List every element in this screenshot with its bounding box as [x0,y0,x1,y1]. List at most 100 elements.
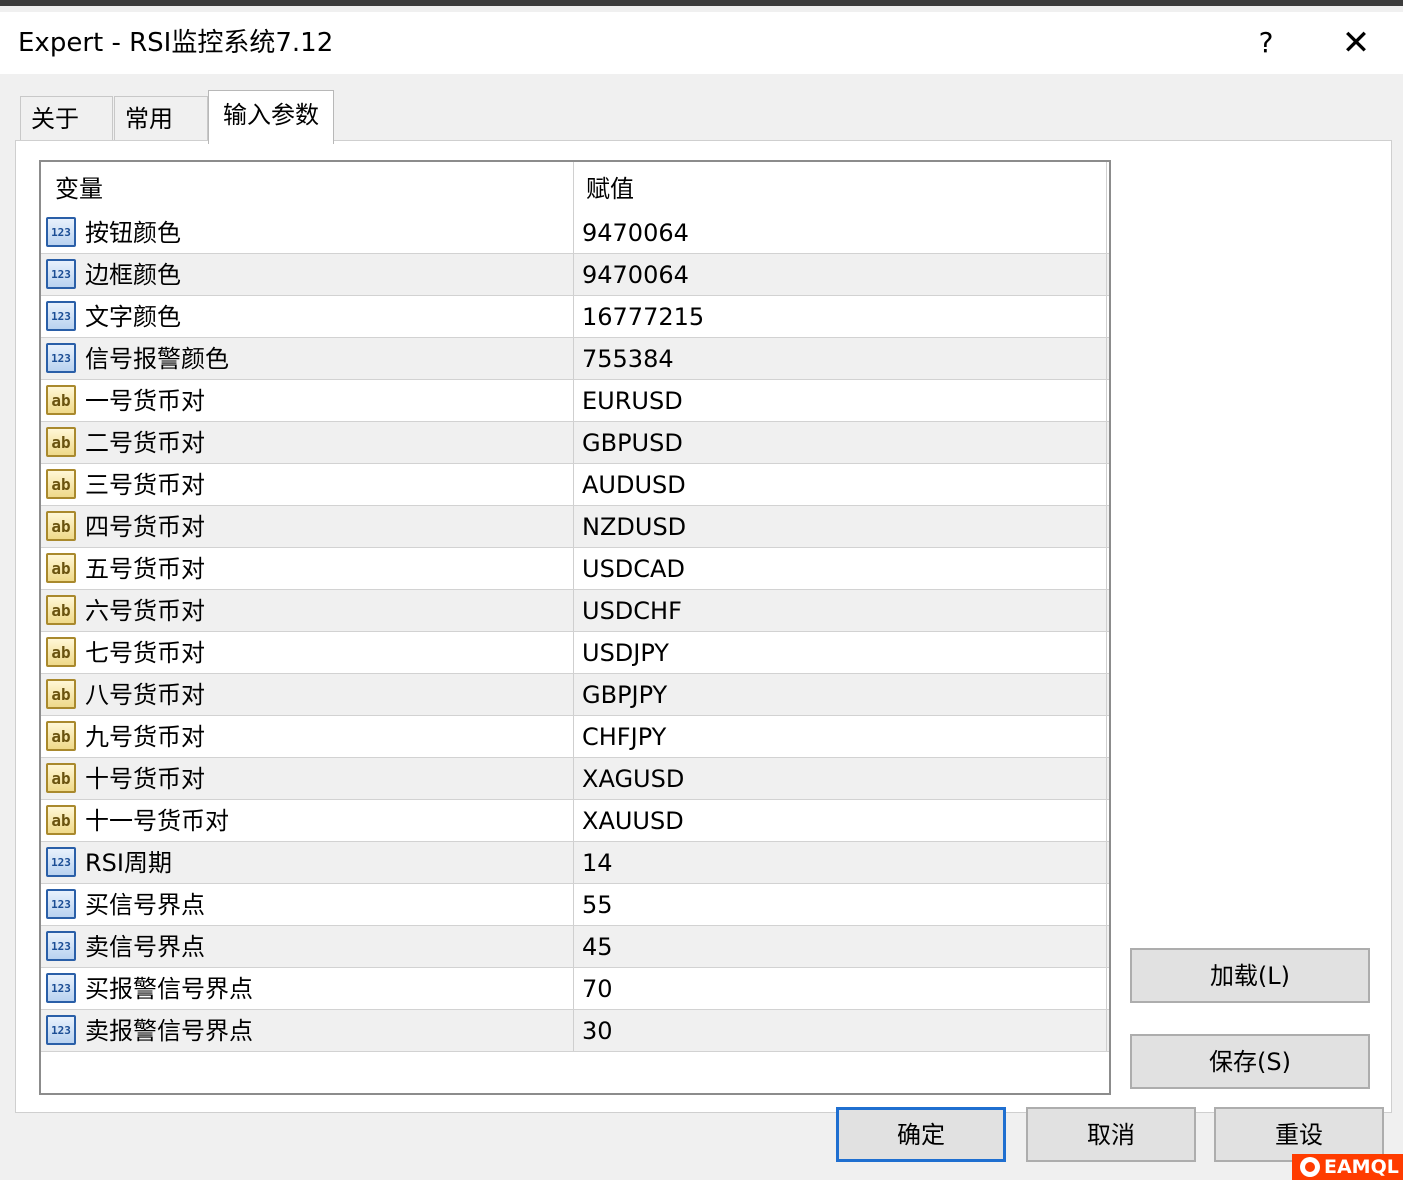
table-row[interactable]: 123 卖报警信号界点 30 [41,1010,1109,1052]
table-row[interactable]: ab 五号货币对 USDCAD [41,548,1109,590]
string-type-icon: ab [46,553,76,583]
value-cell[interactable]: 55 [574,884,1107,925]
value-cell[interactable]: 14 [574,842,1107,883]
variable-cell: ab 八号货币对 [41,674,574,715]
variable-cell: 123 RSI周期 [41,842,574,883]
variable-cell: ab 二号货币对 [41,422,574,463]
value-cell[interactable]: GBPJPY [574,674,1107,715]
variable-name: 六号货币对 [85,597,205,625]
variable-name: 二号货币对 [85,429,205,457]
help-button[interactable]: ? [1236,20,1296,66]
table-row[interactable]: 123 边框颜色 9470064 [41,254,1109,296]
string-type-icon: ab [46,511,76,541]
grid-rows: 123 按钮颜色 9470064 123 边框颜色 9470064 123 文字颜色 16777… [41,212,1109,1052]
string-type-icon: ab [46,595,76,625]
table-row[interactable]: ab 七号货币对 USDJPY [41,632,1109,674]
string-type-icon: ab [46,805,76,835]
string-type-icon: ab [46,385,76,415]
numeric-type-icon: 123 [46,931,76,961]
variable-cell: 123 文字颜色 [41,296,574,337]
variable-cell: ab 三号货币对 [41,464,574,505]
grid-header: 变量 赋值 [41,162,1109,212]
variable-name: 十号货币对 [85,765,205,793]
variable-name: 按钮颜色 [85,219,181,247]
value-cell[interactable]: 30 [574,1010,1107,1051]
table-row[interactable]: 123 买报警信号界点 70 [41,968,1109,1010]
value-cell[interactable]: USDCAD [574,548,1107,589]
column-header-variable[interactable]: 变量 [41,162,574,212]
value-cell[interactable]: 755384 [574,338,1107,379]
value-cell[interactable]: EURUSD [574,380,1107,421]
value-cell[interactable]: XAGUSD [574,758,1107,799]
variable-name: 信号报警颜色 [85,345,229,373]
variable-cell: 123 买信号界点 [41,884,574,925]
watermark: EAMQL [1292,1154,1403,1180]
variable-name: 七号货币对 [85,639,205,667]
table-row[interactable]: 123 文字颜色 16777215 [41,296,1109,338]
table-row[interactable]: ab 十一号货币对 XAUUSD [41,800,1109,842]
value-cell[interactable]: 70 [574,968,1107,1009]
value-cell[interactable]: 16777215 [574,296,1107,337]
watermark-logo-icon [1300,1157,1320,1177]
value-cell[interactable]: CHFJPY [574,716,1107,757]
variable-name: 八号货币对 [85,681,205,709]
value-cell[interactable]: 9470064 [574,254,1107,295]
variable-cell: ab 九号货币对 [41,716,574,757]
tab-about[interactable]: 关于 [20,96,113,142]
variable-cell: 123 卖报警信号界点 [41,1010,574,1051]
variable-name: 卖信号界点 [85,933,205,961]
string-type-icon: ab [46,679,76,709]
cancel-button[interactable]: 取消 [1026,1107,1196,1162]
table-row[interactable]: ab 九号货币对 CHFJPY [41,716,1109,758]
tab-common[interactable]: 常用 [114,96,208,142]
variable-cell: ab 四号货币对 [41,506,574,547]
string-type-icon: ab [46,469,76,499]
variable-cell: 123 卖信号界点 [41,926,574,967]
string-type-icon: ab [46,763,76,793]
value-cell[interactable]: XAUUSD [574,800,1107,841]
expert-properties-dialog: Expert - RSI监控系统7.12 ? ✕ 关于 常用 输入参数 变量 赋… [0,0,1403,1180]
table-row[interactable]: ab 六号货币对 USDCHF [41,590,1109,632]
table-row[interactable]: ab 八号货币对 GBPJPY [41,674,1109,716]
load-button[interactable]: 加载(L) [1130,948,1370,1003]
variable-cell: ab 十一号货币对 [41,800,574,841]
numeric-type-icon: 123 [46,217,76,247]
variable-cell: ab 七号货币对 [41,632,574,673]
value-cell[interactable]: NZDUSD [574,506,1107,547]
ok-button[interactable]: 确定 [836,1107,1006,1162]
value-cell[interactable]: USDJPY [574,632,1107,673]
variable-name: 三号货币对 [85,471,205,499]
numeric-type-icon: 123 [46,889,76,919]
value-cell[interactable]: GBPUSD [574,422,1107,463]
table-row[interactable]: 123 按钮颜色 9470064 [41,212,1109,254]
variable-name: 买报警信号界点 [85,975,253,1003]
value-cell[interactable]: AUDUSD [574,464,1107,505]
tab-input-parameters[interactable]: 输入参数 [208,90,334,144]
variable-cell: 123 买报警信号界点 [41,968,574,1009]
variable-name: RSI周期 [85,849,172,877]
table-row[interactable]: ab 十号货币对 XAGUSD [41,758,1109,800]
variable-cell: 123 按钮颜色 [41,212,574,253]
numeric-type-icon: 123 [46,1015,76,1045]
value-cell[interactable]: 9470064 [574,212,1107,253]
table-row[interactable]: ab 三号货币对 AUDUSD [41,464,1109,506]
value-cell[interactable]: 45 [574,926,1107,967]
table-row[interactable]: 123 RSI周期 14 [41,842,1109,884]
close-button[interactable]: ✕ [1326,20,1386,66]
table-row[interactable]: ab 二号货币对 GBPUSD [41,422,1109,464]
table-row[interactable]: 123 买信号界点 55 [41,884,1109,926]
table-row[interactable]: 123 卖信号界点 45 [41,926,1109,968]
numeric-type-icon: 123 [46,343,76,373]
numeric-type-icon: 123 [46,847,76,877]
column-header-value[interactable]: 赋值 [574,162,1107,212]
save-button[interactable]: 保存(S) [1130,1034,1370,1089]
numeric-type-icon: 123 [46,301,76,331]
table-row[interactable]: ab 四号货币对 NZDUSD [41,506,1109,548]
title-bar: Expert - RSI监控系统7.12 ? ✕ [0,12,1403,74]
value-cell[interactable]: USDCHF [574,590,1107,631]
numeric-type-icon: 123 [46,259,76,289]
table-row[interactable]: 123 信号报警颜色 755384 [41,338,1109,380]
variable-name: 边框颜色 [85,261,181,289]
variable-cell: ab 五号货币对 [41,548,574,589]
table-row[interactable]: ab 一号货币对 EURUSD [41,380,1109,422]
